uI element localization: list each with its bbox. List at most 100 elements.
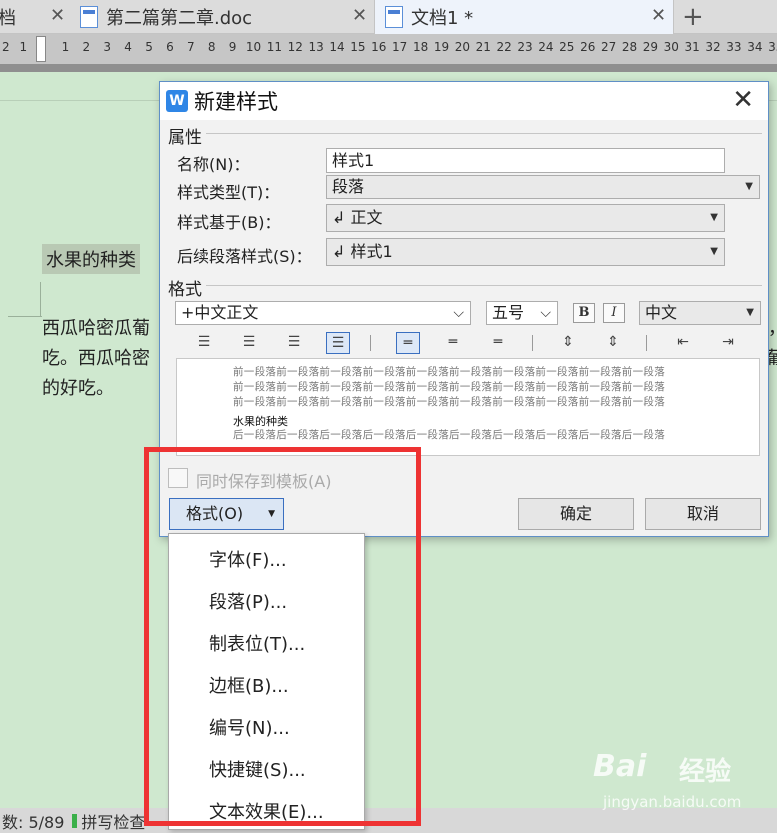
style-based-on-select[interactable]: ↲ 正文 ▼ [326, 204, 725, 232]
tab-document1[interactable]: 文档1 * ✕ [374, 0, 674, 34]
increase-spacing-icon[interactable]: ⇕ [556, 332, 580, 354]
preview-prev-line: 前一段落前一段落前一段落前一段落前一段落前一段落前一段落前一段落前一段落前一段落 [233, 396, 665, 408]
menu-item-tabs[interactable]: 制表位(T)... [209, 630, 305, 656]
italic-button[interactable]: I [603, 303, 625, 323]
close-icon[interactable]: ✕ [732, 86, 754, 114]
ruler-tick-label: 17 [392, 40, 408, 54]
ruler-tick-label: 15 [350, 40, 366, 54]
decrease-spacing-icon[interactable]: ⇕ [601, 332, 625, 354]
ruler-tick-label: 28 [621, 40, 638, 54]
format-dropdown-button[interactable]: 格式(O) ▼ [169, 498, 284, 530]
tab-document-partial[interactable]: 档 ✕ [0, 0, 68, 34]
ruler-tick-label: 19 [433, 40, 450, 54]
ruler-tick-label: 29 [642, 40, 659, 54]
ruler-tick-label: 16 [371, 40, 387, 54]
ok-button[interactable]: 确定 [518, 498, 634, 530]
ruler-tick-label: 23 [517, 40, 533, 54]
close-icon[interactable]: ✕ [352, 5, 367, 26]
wps-logo-icon: W [166, 90, 188, 112]
style-type-select[interactable]: 段落 ▼ [326, 175, 760, 199]
document-line: 西瓜哈密瓜葡 [42, 318, 150, 339]
language-select[interactable]: 中文 ▼ [639, 301, 761, 325]
ruler-tick-label: 35 [768, 40, 777, 54]
align-justify-icon[interactable]: ☰ [326, 332, 350, 354]
watermark-brand: Bai [593, 749, 647, 784]
divider [370, 335, 371, 351]
ruler-tick-label: 9 [228, 40, 237, 54]
document-heading[interactable]: 水果的种类 [42, 244, 140, 274]
save-to-template-checkbox[interactable] [168, 468, 188, 488]
align-left-icon[interactable]: ☰ [192, 332, 216, 354]
tab-label: 第二篇第二章.doc [106, 8, 253, 29]
ruler-scale: 1 2 3 4 5 6 7 8 9 10 11 12 13 14 15 16 17 18 19 20 21 22 23 24 2… [0, 34, 777, 64]
ruler-tick-label: 4 [124, 40, 132, 54]
margin-corner-mark [8, 316, 42, 317]
next-style-label: 后续段落样式(S)： [177, 247, 312, 266]
ruler: 2 1 1 2 3 4 5 6 7 8 9 10 11 12 13 14 15 16 17 18 19 20 21 22 2… [0, 34, 777, 64]
ruler-tick-label: 33 [726, 40, 742, 54]
spellcheck-button[interactable]: 拼写检查 [81, 809, 145, 833]
ruler-tick-label: 24 [538, 40, 554, 54]
document-line: 吃。西瓜哈密 [42, 348, 150, 369]
ruler-tick-label: 13 [308, 40, 324, 54]
ruler-tick-label: 31 [684, 40, 700, 54]
dialog-title: 新建样式 [194, 90, 278, 114]
style-name-input[interactable]: 样式1 [326, 148, 725, 173]
font-value: +中文正文 [181, 303, 259, 322]
ruler-tick-label: 10 [245, 40, 262, 54]
style-preview: 前一段落前一段落前一段落前一段落前一段落前一段落前一段落前一段落前一段落前一段落… [176, 358, 760, 456]
divider [532, 335, 533, 351]
caret-down-icon: ▼ [268, 509, 275, 519]
ruler-tick-label: 34 [747, 40, 763, 54]
font-select[interactable]: +中文正文 ⌵ [175, 301, 471, 325]
page-count: 数: 5/89 [2, 812, 65, 832]
doc-icon [80, 6, 98, 28]
close-icon[interactable]: ✕ [50, 5, 65, 26]
ruler-tick-label: 25 [559, 40, 575, 54]
new-tab-button[interactable]: + [682, 2, 704, 32]
section-format: 格式 [168, 280, 202, 300]
dialog-titlebar: W 新建样式 ✕ [160, 82, 768, 120]
ruler-tick-label: 11 [266, 40, 282, 54]
ruler-tick-label: 6 [166, 40, 174, 54]
document-line-end: ， [768, 314, 777, 340]
watermark-url: jingyan.baidu.com [603, 793, 742, 811]
document-line: 的好吃。 [42, 378, 114, 399]
ruler-tick-label: 32 [705, 40, 721, 54]
next-style-select[interactable]: ↲ 样式1 ▼ [326, 238, 725, 266]
menu-item-borders[interactable]: 边框(B)... [209, 672, 289, 698]
divider [646, 335, 647, 351]
tab-chapter-doc[interactable]: 第二篇第二章.doc ✕ [80, 0, 374, 34]
watermark-text: 经验 [679, 757, 732, 787]
save-to-template-label: 同时保存到模板(A) [196, 472, 332, 491]
single-spacing-icon[interactable]: ═ [396, 332, 420, 354]
align-center-icon[interactable]: ☰ [237, 332, 261, 354]
next-style-value: ↲ 样式1 [332, 242, 393, 261]
chevron-down-icon: ▼ [746, 307, 754, 318]
ruler-tick-label: 22 [496, 40, 512, 54]
align-right-icon[interactable]: ☰ [282, 332, 306, 354]
bold-button[interactable]: B [573, 303, 595, 323]
close-icon[interactable]: ✕ [651, 5, 666, 26]
ruler-tick-label: 7 [186, 40, 195, 54]
menu-item-paragraph[interactable]: 段落(P)... [209, 588, 287, 614]
one-half-spacing-icon[interactable]: ═ [441, 332, 465, 354]
doc-icon [385, 6, 403, 28]
menu-item-text-effects[interactable]: 文本效果(E)... [209, 798, 324, 824]
menu-item-numbering[interactable]: 编号(N)... [209, 714, 290, 740]
cancel-button[interactable]: 取消 [645, 498, 761, 530]
menu-item-font[interactable]: 字体(F)... [209, 546, 287, 572]
increase-indent-icon[interactable]: ⇥ [716, 332, 740, 354]
decrease-indent-icon[interactable]: ⇤ [671, 332, 695, 354]
menu-item-shortcut[interactable]: 快捷键(S)... [209, 756, 306, 782]
font-size-select[interactable]: 五号 ⌵ [486, 301, 558, 325]
baidu-watermark: Bai 经验 jingyan.baidu.com [593, 745, 773, 825]
double-spacing-icon[interactable]: ═ [486, 332, 510, 354]
ruler-tick-label: 20 [454, 40, 470, 54]
ruler-tick-label: 8 [207, 40, 216, 54]
chevron-down-icon: ▼ [745, 181, 753, 192]
ruler-tick-label: 3 [103, 40, 112, 54]
style-type-value: 段落 [332, 177, 365, 196]
ruler-tick-label: 2 [82, 40, 91, 54]
name-label: 名称(N)： [177, 155, 250, 174]
